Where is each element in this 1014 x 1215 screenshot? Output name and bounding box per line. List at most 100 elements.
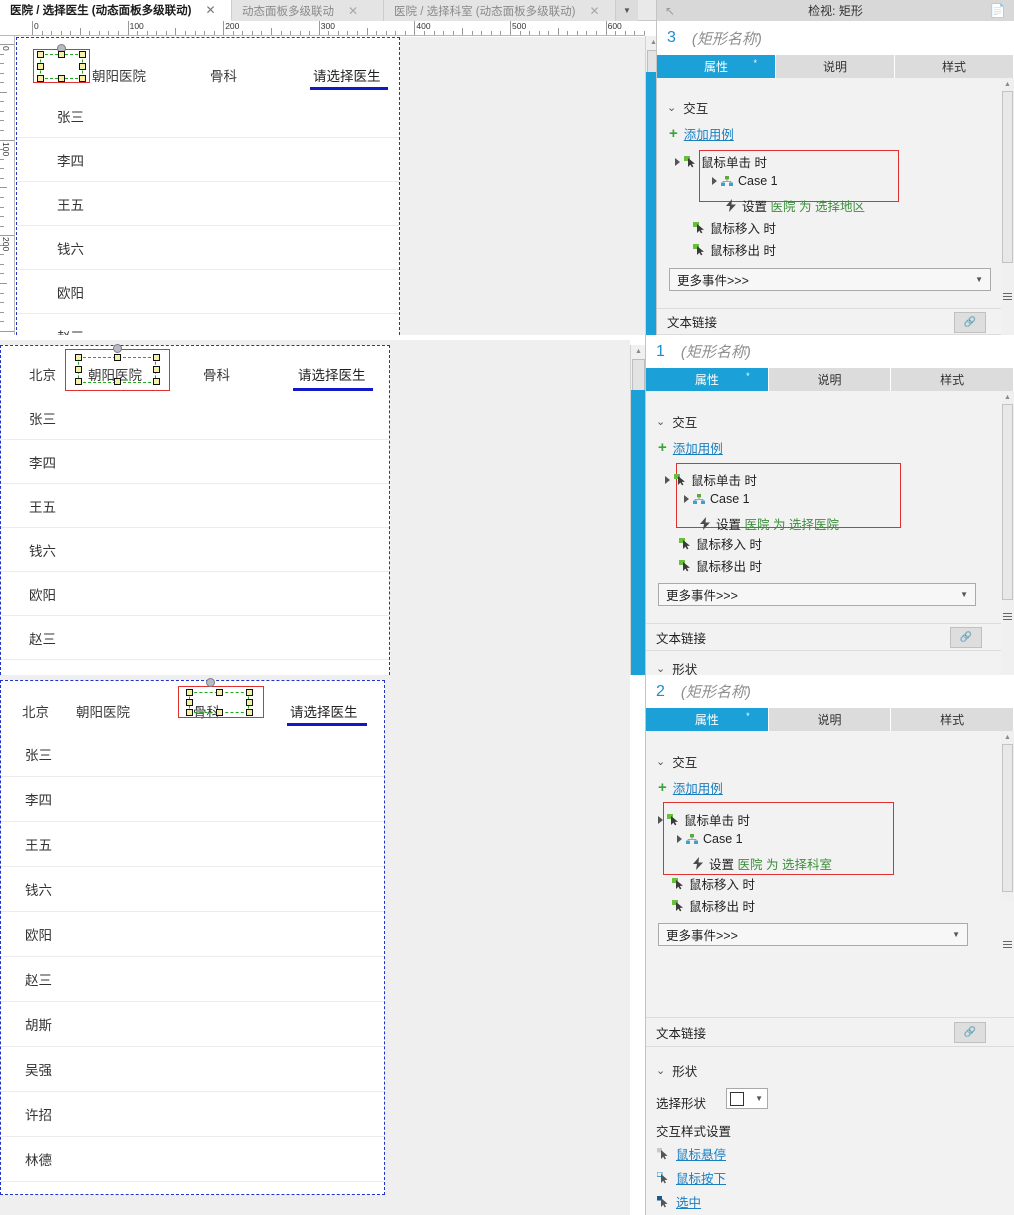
section-interaction[interactable]: ⌄ 交互 <box>656 412 697 431</box>
page-icon[interactable]: 📄 <box>990 3 1006 19</box>
resize-handle-e[interactable] <box>246 699 253 706</box>
resize-handle-ne[interactable] <box>79 51 86 58</box>
resize-handle-nw[interactable] <box>186 689 193 696</box>
nav-item-3[interactable]: 请选择医生 <box>290 701 358 721</box>
nav-item-0[interactable]: 北京 <box>22 701 49 721</box>
list-item[interactable]: 李四 <box>1 777 384 822</box>
tab-style[interactable]: 样式 <box>895 55 1014 78</box>
list-item[interactable]: 欧阳 <box>1 912 384 957</box>
shape-name-row-2[interactable]: 1 (矩形名称) <box>646 335 1014 368</box>
event-mouseleave-1[interactable]: 鼠标移出 时 <box>693 240 776 259</box>
event-click-1[interactable]: 鼠标单击 时 <box>675 152 767 171</box>
resize-handle-se[interactable] <box>79 75 86 82</box>
resize-handle-nw[interactable] <box>75 354 82 361</box>
style-link-selected[interactable]: 选中 <box>657 1192 701 1211</box>
resize-handle-sw[interactable] <box>186 709 193 716</box>
list-item[interactable]: 欧阳 <box>17 270 399 314</box>
link-icon[interactable]: 🔗 <box>954 1022 986 1043</box>
resize-handle-s[interactable] <box>216 709 223 716</box>
section-shape[interactable]: ⌄ 形状 <box>656 1061 697 1080</box>
nav-item-3[interactable]: 请选择医生 <box>313 65 381 85</box>
list-item[interactable]: 胡斯 <box>1 660 389 675</box>
nav-item-1[interactable]: 朝阳医院 <box>92 65 146 85</box>
shape-name-input[interactable]: (矩形名称) <box>681 681 751 702</box>
resize-handle-ne[interactable] <box>246 689 253 696</box>
style-link-down[interactable]: 鼠标按下 <box>657 1168 726 1187</box>
add-case-button[interactable]: + 添加用例 <box>658 438 723 457</box>
resize-handle-n[interactable] <box>216 689 223 696</box>
resize-handle-s[interactable] <box>114 378 121 385</box>
list-item[interactable]: 胡斯 <box>1 1002 384 1047</box>
case-row-3[interactable]: Case 1 <box>677 832 743 846</box>
shape-name-input[interactable]: (矩形名称) <box>692 28 762 49</box>
list-item[interactable]: 张三 <box>1 732 384 777</box>
resize-handle-e[interactable] <box>153 366 160 373</box>
nav-item-2[interactable]: 骨科 <box>210 65 237 85</box>
shape-select-dropdown[interactable]: ▼ <box>726 1088 768 1109</box>
close-icon[interactable]: ✕ <box>348 4 358 18</box>
list-item[interactable]: 赵三 <box>17 314 399 335</box>
tab-notes[interactable]: 说明 <box>769 368 892 391</box>
shape-name-row-1[interactable]: 3 (矩形名称) <box>657 21 1014 55</box>
list-item[interactable]: 钱六 <box>1 867 384 912</box>
action-row-1[interactable]: 设置 医院 为 选择地区 <box>725 196 865 215</box>
resize-handle-n[interactable] <box>58 51 65 58</box>
list-item[interactable]: 张三 <box>17 94 399 138</box>
list-item[interactable]: 钱六 <box>1 528 389 572</box>
tab-style[interactable]: 样式 <box>891 708 1014 731</box>
list-item[interactable]: 李四 <box>1 440 389 484</box>
tab-overflow-chevron-down-icon[interactable]: ▼ <box>616 0 638 21</box>
canvas-surface-1[interactable]: 北京 朝阳医院 骨科 请选择医生 张三 李四 王五 钱六 欧阳 赵三 <box>16 37 645 335</box>
canvas-surface-3[interactable]: 北京 朝阳医院 骨科 请选择医生 张三 李四 王五 钱六 欧阳 赵三 胡斯 吴强 <box>0 675 630 1215</box>
tab-notes[interactable]: 说明 <box>769 708 892 731</box>
resize-handle-sw[interactable] <box>37 75 44 82</box>
event-mouseleave-3[interactable]: 鼠标移出 时 <box>672 896 755 915</box>
tab-properties[interactable]: 属性 * <box>646 708 769 731</box>
nav-item-0[interactable]: 北京 <box>29 364 56 384</box>
section-interaction[interactable]: ⌄ 交互 <box>667 98 708 117</box>
action-row-3[interactable]: 设置 医院 为 选择科室 <box>692 854 832 873</box>
action-row-2[interactable]: 设置 医院 为 选择医院 <box>699 514 839 533</box>
resize-handle-w[interactable] <box>75 366 82 373</box>
panel-grip[interactable] <box>1003 941 1012 951</box>
link-icon[interactable]: 🔗 <box>950 627 982 648</box>
rotate-handle[interactable] <box>113 344 122 353</box>
tab-properties[interactable]: 属性 * <box>646 368 769 391</box>
list-item[interactable]: 王五 <box>1 484 389 528</box>
more-events-dropdown-1[interactable]: 更多事件>>> ▼ <box>669 268 991 291</box>
section-interaction[interactable]: ⌄ 交互 <box>656 752 697 771</box>
event-click-3[interactable]: 鼠标单击 时 <box>658 810 750 829</box>
resize-handle-w[interactable] <box>37 63 44 70</box>
event-mouseleave-2[interactable]: 鼠标移出 时 <box>679 556 762 575</box>
tab-properties[interactable]: 属性 * <box>657 55 776 78</box>
inspector-vscrollbar-1[interactable]: ▲ <box>1001 78 1014 335</box>
list-item[interactable]: 林德 <box>1 1137 384 1182</box>
tab-1[interactable]: 动态面板多级联动 ✕ <box>232 0 384 21</box>
list-item[interactable]: 许招 <box>1 1092 384 1137</box>
resize-handle-ne[interactable] <box>153 354 160 361</box>
event-mouseenter-2[interactable]: 鼠标移入 时 <box>679 534 762 553</box>
close-icon[interactable]: ✕ <box>589 4 599 18</box>
inspector-vscrollbar-2[interactable]: ▲ <box>1001 391 1014 675</box>
event-click-2[interactable]: 鼠标单击 时 <box>665 470 757 489</box>
list-item[interactable]: 赵三 <box>1 616 389 660</box>
style-link-hover[interactable]: 鼠标悬停 <box>657 1144 726 1163</box>
tab-style[interactable]: 样式 <box>891 368 1014 391</box>
nav-item-2[interactable]: 骨科 <box>203 364 230 384</box>
resize-handle-sw[interactable] <box>75 378 82 385</box>
list-item[interactable]: 赵三 <box>1 957 384 1002</box>
case-row-1[interactable]: Case 1 <box>712 174 778 188</box>
list-item[interactable]: 李四 <box>17 138 399 182</box>
event-mouseenter-3[interactable]: 鼠标移入 时 <box>672 874 755 893</box>
add-case-button[interactable]: + 添加用例 <box>669 124 734 143</box>
list-item[interactable]: 吴强 <box>1 1047 384 1092</box>
tab-notes[interactable]: 说明 <box>776 55 895 78</box>
resize-handle-se[interactable] <box>153 378 160 385</box>
resize-handle-n[interactable] <box>114 354 121 361</box>
shape-name-row-3[interactable]: 2 (矩形名称) <box>646 675 1014 708</box>
resize-handle-s[interactable] <box>58 75 65 82</box>
resize-handle-e[interactable] <box>79 63 86 70</box>
nav-item-1[interactable]: 朝阳医院 <box>76 701 130 721</box>
resize-handle-se[interactable] <box>246 709 253 716</box>
canvas-surface-2[interactable]: 北京 朝阳医院 骨科 请选择医生 张三 李四 王五 钱六 欧阳 赵三 胡斯 <box>0 340 630 675</box>
